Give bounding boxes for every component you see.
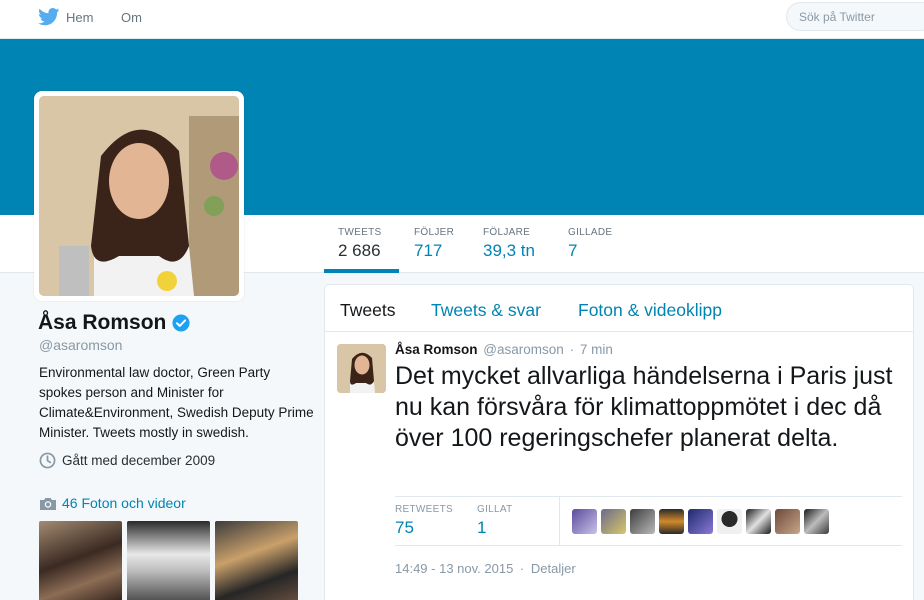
- tweet-retweets-value: 75: [395, 518, 414, 537]
- tweet-date-row: 14:49 - 13 nov. 2015 · Detaljer: [395, 561, 576, 576]
- stat-likes-label: GILLADE: [568, 227, 613, 238]
- tweet-likes-value: 1: [477, 518, 487, 537]
- stat-likes[interactable]: GILLADE 7: [568, 215, 612, 273]
- photo-thumbnail[interactable]: [127, 521, 210, 600]
- photo-thumbnail[interactable]: [215, 521, 298, 600]
- tweet-likes-label: GILLAT: [477, 504, 513, 515]
- tweet-avatar-shape: [337, 344, 386, 393]
- stat-likes-value: 7: [568, 241, 578, 260]
- nav-about-label: Om: [121, 9, 142, 25]
- tweet-retweets[interactable]: RETWEETS 75: [395, 504, 453, 538]
- avatar-portrait-shape: [39, 96, 239, 296]
- timeline-tabs: Tweets Tweets & svar Foton & videoklipp: [325, 285, 913, 332]
- nav-home-label: Hem: [66, 9, 94, 25]
- tweet-author-name[interactable]: Åsa Romson: [395, 342, 478, 357]
- timeline-card: Tweets Tweets & svar Foton & videoklipp …: [324, 284, 914, 600]
- tweet-text: Det mycket allvarliga händelserna i Pari…: [395, 362, 893, 452]
- nav-home[interactable]: Hem: [38, 0, 93, 34]
- photos-videos-label: 46 Foton och videor: [62, 495, 186, 511]
- photo-thumbnails: [39, 521, 298, 600]
- profile-name[interactable]: Åsa Romson: [38, 311, 190, 335]
- stat-followers-label: FÖLJARE: [483, 227, 531, 238]
- twitter-bird-icon: [38, 8, 60, 26]
- stat-following-label: FÖLJER: [414, 227, 455, 238]
- profile-joined-text: Gått med december 2009: [62, 453, 216, 468]
- search-input[interactable]: [786, 2, 924, 31]
- profile-bio: Environmental law doctor, Green Party sp…: [39, 365, 314, 440]
- profile-name-text: Åsa Romson: [38, 311, 167, 334]
- liker-avatar[interactable]: [601, 509, 626, 534]
- profile-avatar-image: [39, 96, 239, 296]
- verified-badge-icon: [172, 314, 190, 332]
- tweet-stats: RETWEETS 75 GILLAT 1: [395, 496, 902, 546]
- profile-handle[interactable]: @asaromson: [39, 337, 122, 353]
- profile-joined: Gått med december 2009: [39, 452, 215, 469]
- photo-thumbnail[interactable]: [39, 521, 122, 600]
- tweet[interactable]: Åsa Romson @asaromson · 7 min Det mycket…: [325, 332, 913, 600]
- photos-videos-link[interactable]: 46 Foton och videor: [39, 495, 186, 511]
- liker-avatar[interactable]: [717, 509, 742, 534]
- tweet-retweets-label: RETWEETS: [395, 504, 453, 515]
- calendar-clock-icon: [39, 452, 56, 469]
- tweet-likes[interactable]: GILLAT 1: [477, 504, 513, 538]
- stat-tweets-label: TWEETS: [338, 227, 382, 238]
- liker-avatar[interactable]: [659, 509, 684, 534]
- tweet-date-separator: ·: [519, 561, 525, 576]
- stat-tweets-value: 2 686: [338, 241, 381, 260]
- tab-tweets[interactable]: Tweets: [340, 300, 395, 321]
- liker-avatar[interactable]: [688, 509, 713, 534]
- tab-tweets-replies[interactable]: Tweets & svar: [431, 300, 541, 321]
- profile-avatar[interactable]: [34, 91, 244, 301]
- tweet-full-date: 14:49 - 13 nov. 2015: [395, 561, 514, 576]
- liker-avatar[interactable]: [572, 509, 597, 534]
- tweet-author-handle[interactable]: @asaromson: [483, 342, 564, 357]
- liker-avatar[interactable]: [775, 509, 800, 534]
- stat-followers-value: 39,3 tn: [483, 241, 535, 260]
- liker-avatar[interactable]: [746, 509, 771, 534]
- liker-avatar[interactable]: [630, 509, 655, 534]
- tweet-header: Åsa Romson @asaromson · 7 min: [395, 342, 613, 357]
- tab-photos-videos[interactable]: Foton & videoklipp: [578, 300, 722, 321]
- stat-tweets[interactable]: TWEETS 2 686: [324, 215, 399, 273]
- liker-avatars: [572, 509, 829, 534]
- top-navigation: Hem Om: [0, 0, 924, 39]
- stat-followers[interactable]: FÖLJARE 39,3 tn: [483, 215, 535, 273]
- stats-divider: [559, 497, 560, 545]
- tweet-timestamp[interactable]: 7 min: [580, 342, 613, 357]
- nav-about[interactable]: Om: [121, 0, 142, 34]
- stat-following-value: 717: [414, 241, 443, 260]
- liker-avatar[interactable]: [804, 509, 829, 534]
- tweet-details-link[interactable]: Detaljer: [531, 561, 576, 576]
- tweet-header-separator: ·: [569, 342, 575, 357]
- tweet-author-avatar[interactable]: [337, 344, 386, 393]
- camera-icon: [40, 497, 56, 510]
- stat-following[interactable]: FÖLJER 717: [414, 215, 454, 273]
